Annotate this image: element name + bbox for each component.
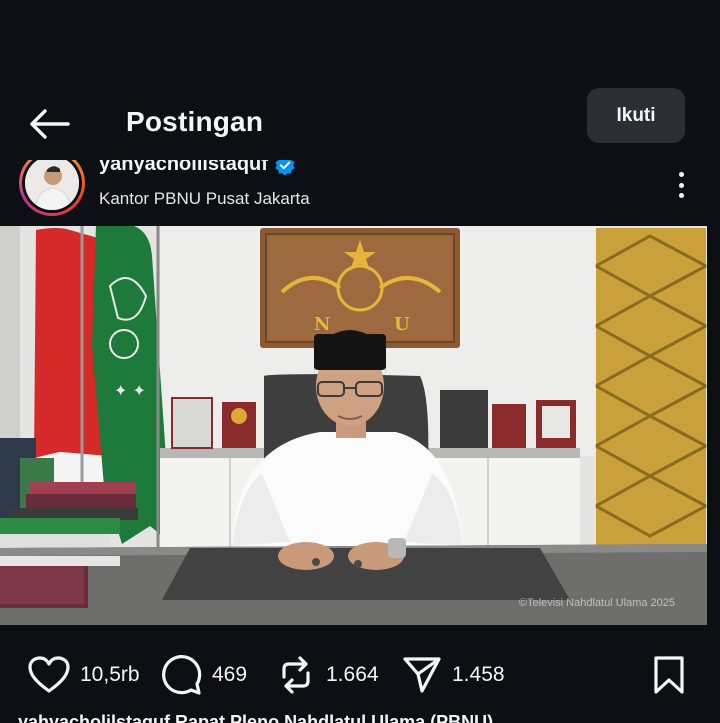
heart-icon bbox=[28, 656, 70, 693]
three-dots-icon bbox=[678, 172, 684, 177]
caption-text: yahyacholilstaquf Rapat Pleno Nahdlatul … bbox=[18, 712, 514, 723]
post-location[interactable]: Kantor PBNU Pusat Jakarta bbox=[99, 189, 310, 209]
page-title: Postingan bbox=[126, 106, 264, 137]
post-media[interactable]: ✦ ✦ N U ©Televisi Nahdlatul Ulama 2025 bbox=[0, 226, 707, 625]
post-action-bar: 10,5rb 469 1.664 1.458 bbox=[0, 648, 720, 704]
post-header: Postingan Ikuti bbox=[0, 80, 720, 170]
caption-preview[interactable]: yahyacholilstaquf Rapat Pleno Nahdlatul … bbox=[0, 712, 720, 723]
avatar[interactable] bbox=[19, 160, 85, 216]
post-author-row: yahyacholilstaquf Kantor PBNU Pusat Jaka… bbox=[0, 160, 720, 222]
plaque-letter-n: N bbox=[314, 314, 330, 335]
save-button[interactable] bbox=[652, 652, 686, 698]
repost-count[interactable]: 1.664 bbox=[326, 663, 379, 687]
comment-button[interactable]: 469 bbox=[160, 652, 247, 698]
back-button[interactable] bbox=[26, 104, 72, 144]
like-button[interactable]: 10,5rb bbox=[28, 652, 140, 698]
svg-text:✦ ✦: ✦ ✦ bbox=[114, 381, 146, 400]
username-text[interactable]: yahyacholilstaquf bbox=[99, 160, 268, 176]
share-button[interactable]: 1.458 bbox=[402, 652, 505, 698]
arrow-left-icon bbox=[30, 109, 70, 139]
repost-button[interactable]: 1.664 bbox=[276, 652, 379, 698]
username[interactable]: yahyacholilstaquf bbox=[99, 160, 296, 176]
comment-icon bbox=[162, 655, 202, 695]
avatar-photo bbox=[25, 160, 79, 210]
media-image: ✦ ✦ N U bbox=[0, 226, 707, 625]
repost-icon bbox=[282, 656, 310, 694]
like-count[interactable]: 10,5rb bbox=[80, 663, 140, 687]
comment-count[interactable]: 469 bbox=[212, 663, 247, 687]
send-icon bbox=[403, 657, 441, 693]
more-options-button[interactable] bbox=[668, 168, 694, 202]
bookmark-icon bbox=[654, 656, 684, 694]
media-watermark: ©Televisi Nahdlatul Ulama 2025 bbox=[518, 597, 675, 609]
plaque-letter-u: U bbox=[394, 314, 410, 335]
follow-button[interactable]: Ikuti bbox=[587, 88, 685, 143]
share-count[interactable]: 1.458 bbox=[452, 663, 505, 687]
verified-badge-icon bbox=[275, 160, 295, 176]
